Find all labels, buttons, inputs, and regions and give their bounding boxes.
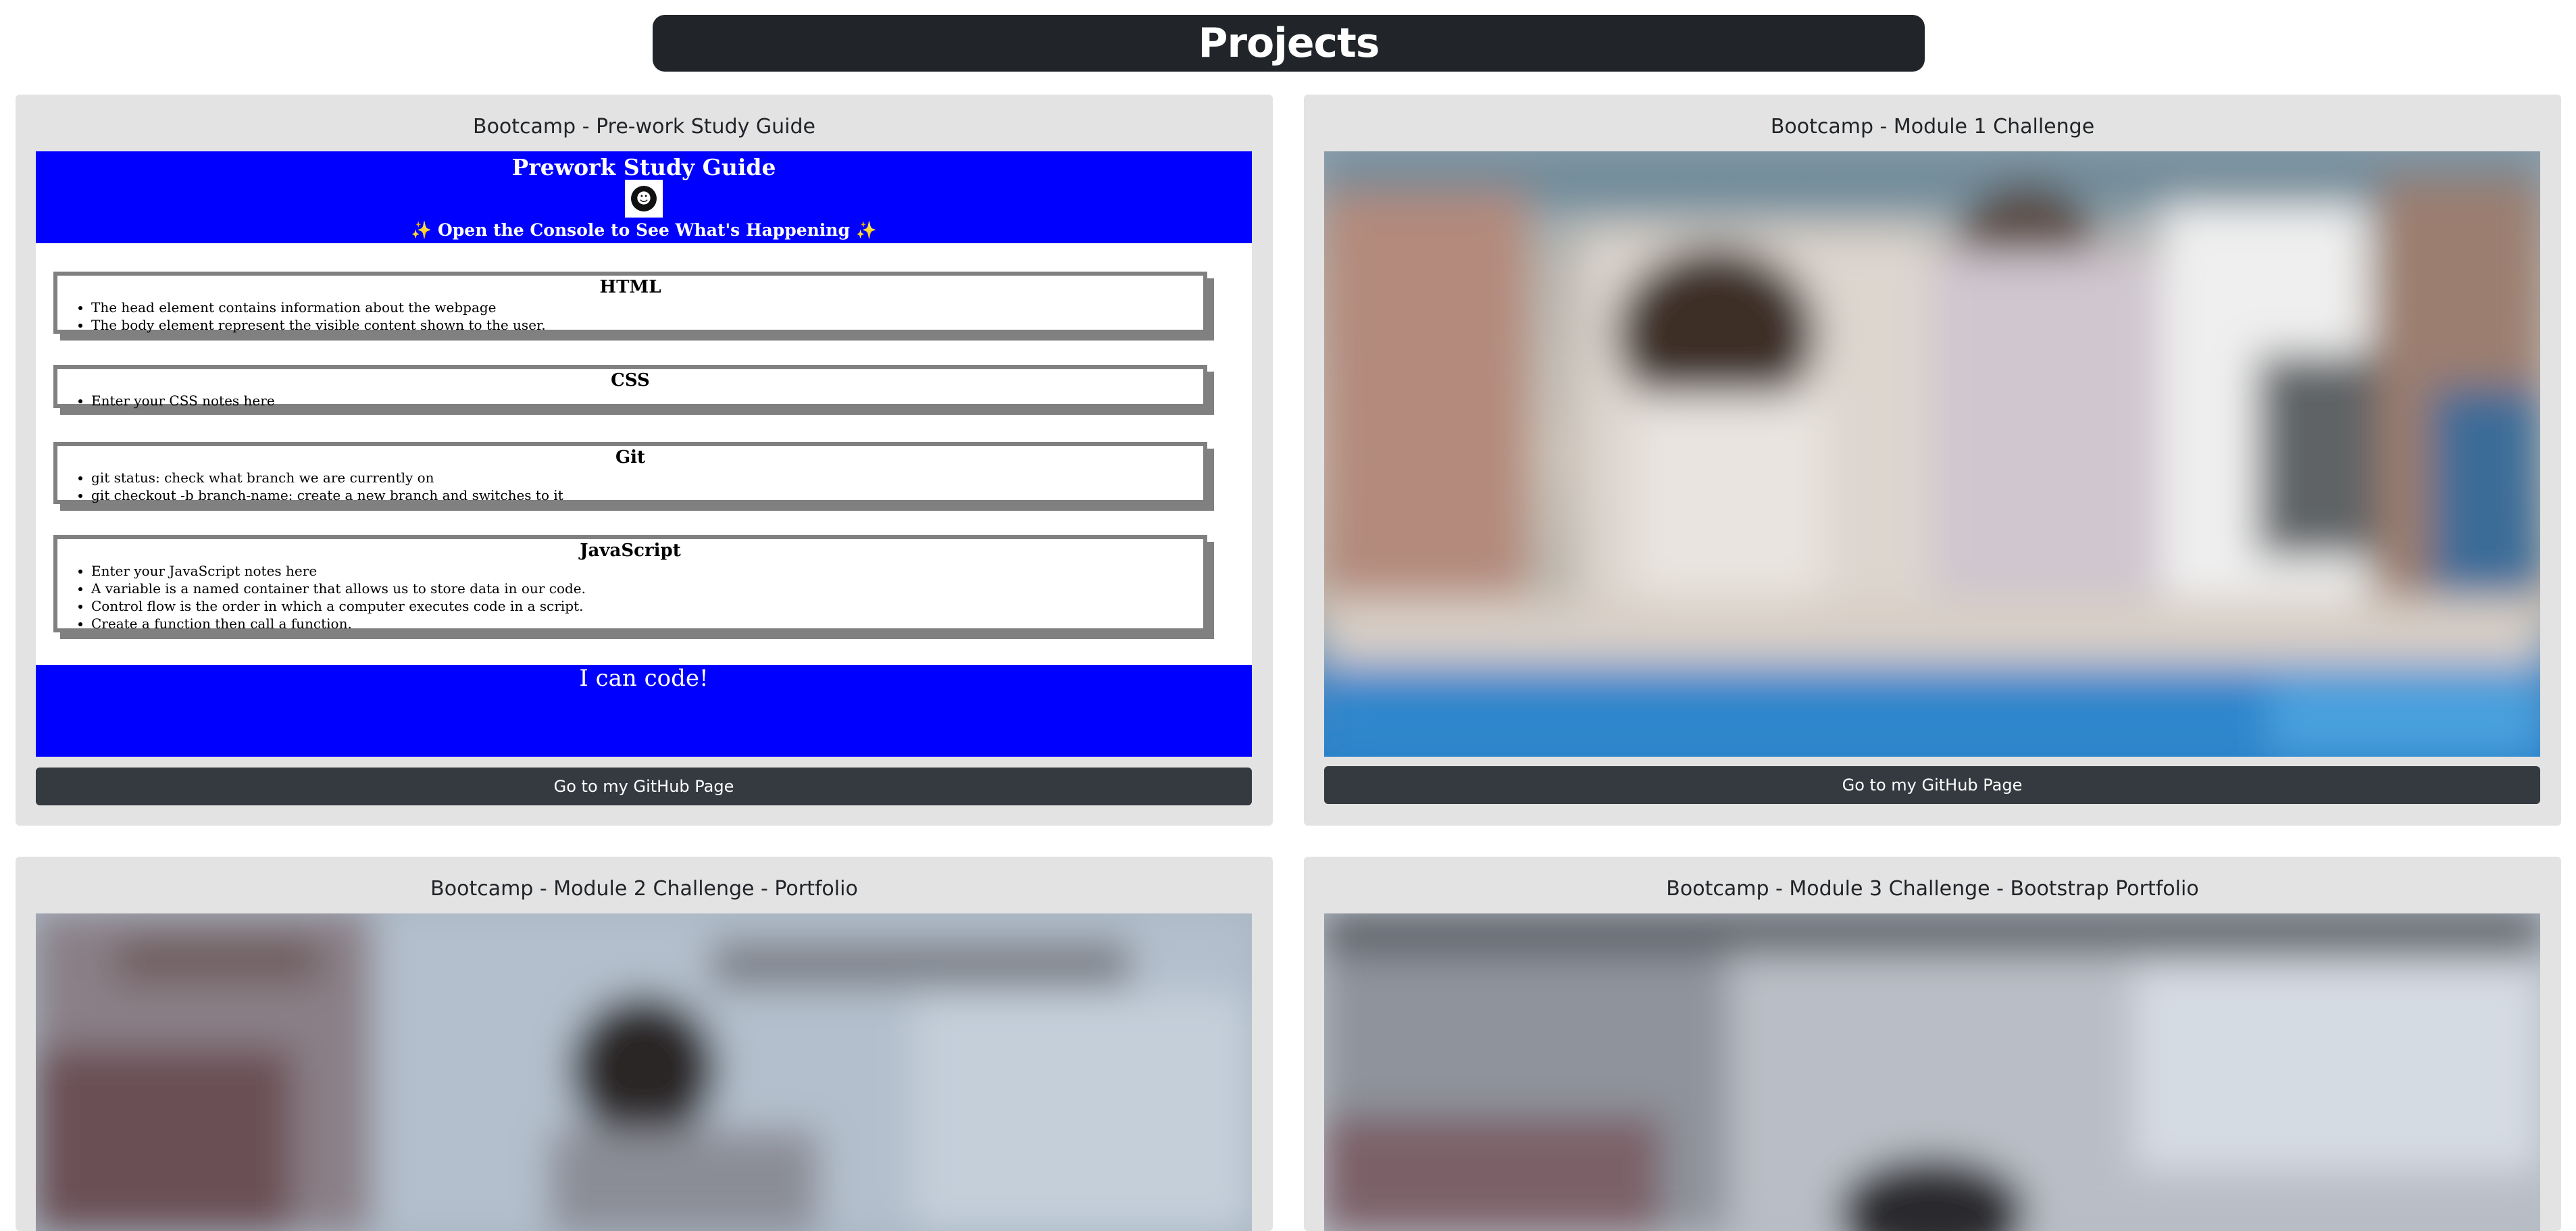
section-heading: Git bbox=[615, 447, 646, 468]
project-title: Bootcamp - Module 1 Challenge bbox=[1770, 115, 2095, 139]
section-heading: HTML bbox=[599, 277, 661, 297]
project-card-prework: Bootcamp - Pre-work Study Guide Prework … bbox=[16, 95, 1273, 826]
project-preview-prework[interactable]: Prework Study Guide ☻ ✨ Open the Console… bbox=[36, 151, 1252, 757]
preview-header: Prework Study Guide ☻ ✨ Open the Console… bbox=[36, 151, 1252, 243]
page-title: Projects bbox=[1198, 20, 1380, 67]
blurred-office-photo bbox=[1324, 151, 2540, 757]
list-item: git checkout -b branch-name: create a ne… bbox=[91, 486, 1203, 504]
section-heading: CSS bbox=[611, 370, 650, 391]
list-item: Create a function then call a function. bbox=[91, 615, 1203, 632]
project-card-module-2: Bootcamp - Module 2 Challenge - Portfoli… bbox=[16, 857, 1273, 1231]
preview-footer-text: I can code! bbox=[579, 665, 709, 692]
project-card-module-3: Bootcamp - Module 3 Challenge - Bootstra… bbox=[1304, 857, 2561, 1231]
list-item: The body element represent the visible c… bbox=[91, 316, 1203, 334]
preview-body: HTML The head element contains informati… bbox=[36, 243, 1252, 665]
project-title: Bootcamp - Pre-work Study Guide bbox=[473, 115, 815, 139]
page-header: Projects bbox=[653, 15, 1925, 72]
github-cat-icon: ☻ bbox=[625, 180, 663, 218]
list-item: The head element contains information ab… bbox=[91, 299, 1203, 316]
project-preview-module-1[interactable] bbox=[1324, 151, 2540, 757]
preview-footer: I can code! bbox=[36, 665, 1252, 757]
preview-section-css: CSS Enter your CSS notes here bbox=[53, 365, 1207, 409]
list-item: Enter your CSS notes here bbox=[91, 392, 1203, 409]
section-heading: JavaScript bbox=[580, 541, 681, 561]
blurred-portfolio-photo bbox=[36, 913, 1252, 1231]
blurred-bootstrap-portfolio-photo bbox=[1324, 913, 2540, 1231]
project-preview-module-2[interactable] bbox=[36, 913, 1252, 1231]
preview-console-message: ✨ Open the Console to See What's Happeni… bbox=[411, 220, 877, 240]
project-title: Bootcamp - Module 2 Challenge - Portfoli… bbox=[430, 877, 858, 901]
list-item: A variable is a named container that all… bbox=[91, 580, 1203, 597]
list-item: Control flow is the order in which a com… bbox=[91, 597, 1203, 615]
preview-section-javascript: JavaScript Enter your JavaScript notes h… bbox=[53, 535, 1207, 632]
project-preview-module-3[interactable] bbox=[1324, 913, 2540, 1231]
list-item: git status: check what branch we are cur… bbox=[91, 469, 1203, 486]
github-page-button[interactable]: Go to my GitHub Page bbox=[1324, 766, 2540, 804]
preview-title: Prework Study Guide bbox=[511, 154, 776, 180]
github-page-button[interactable]: Go to my GitHub Page bbox=[36, 768, 1252, 805]
project-title: Bootcamp - Module 3 Challenge - Bootstra… bbox=[1666, 877, 2199, 901]
list-item: Enter your JavaScript notes here bbox=[91, 562, 1203, 580]
preview-section-html: HTML The head element contains informati… bbox=[53, 272, 1207, 334]
project-card-module-1: Bootcamp - Module 1 Challenge Go to my G… bbox=[1304, 95, 2561, 826]
preview-section-git: Git git status: check what branch we are… bbox=[53, 442, 1207, 504]
